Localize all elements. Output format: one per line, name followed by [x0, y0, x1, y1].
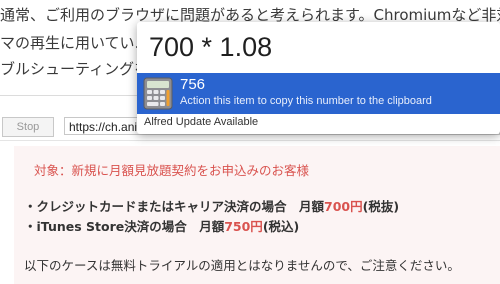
notice-line-itunes-label: ・iTunes Store決済の場合 月額 [24, 219, 225, 234]
credit-card-price: 700円 [324, 199, 363, 214]
stop-button[interactable]: Stop [2, 117, 54, 137]
notice-line-credit-card: ・クレジットカードまたはキャリア決済の場合 月額700円(税抜) [24, 196, 399, 215]
notice-line-itunes: ・iTunes Store決済の場合 月額750円(税込) [24, 216, 299, 235]
itunes-price: 750円 [224, 219, 263, 234]
toolbar-divider [0, 140, 500, 141]
notice-line-credit-card-label: ・クレジットカードまたはキャリア決済の場合 月額 [24, 199, 325, 214]
credit-card-tax-note: (税抜) [362, 199, 400, 214]
notice-disclaimer: 以下のケースは無料トライアルの適用とはなりませんので、ご注意ください。 [24, 258, 460, 273]
itunes-tax-note: (税込) [262, 219, 300, 234]
alfred-result-item[interactable]: 756 Action this item to copy this number… [137, 73, 500, 114]
update-available-label: Alfred Update Available [144, 116, 259, 128]
result-action-hint: Action this item to copy this number to … [180, 95, 432, 107]
calculator-icon [143, 77, 173, 110]
notice-title: 対象：新規に月額見放題契約をお申込みのお客様 [34, 163, 310, 178]
background-text-line-2: マの再生に用いてい… [0, 34, 150, 52]
alfred-window: 700 * 1.08 756 Action this item to copy … [137, 22, 500, 134]
result-value: 756 [180, 76, 206, 93]
pricing-notice: 対象：新規に月額見放題契約をお申込みのお客様 ・クレジットカードまたはキャリア決… [14, 146, 500, 284]
alfred-query-input[interactable]: 700 * 1.08 [149, 32, 272, 63]
alfred-update-bar[interactable]: Alfred Update Available [137, 114, 500, 134]
divider [0, 95, 140, 96]
